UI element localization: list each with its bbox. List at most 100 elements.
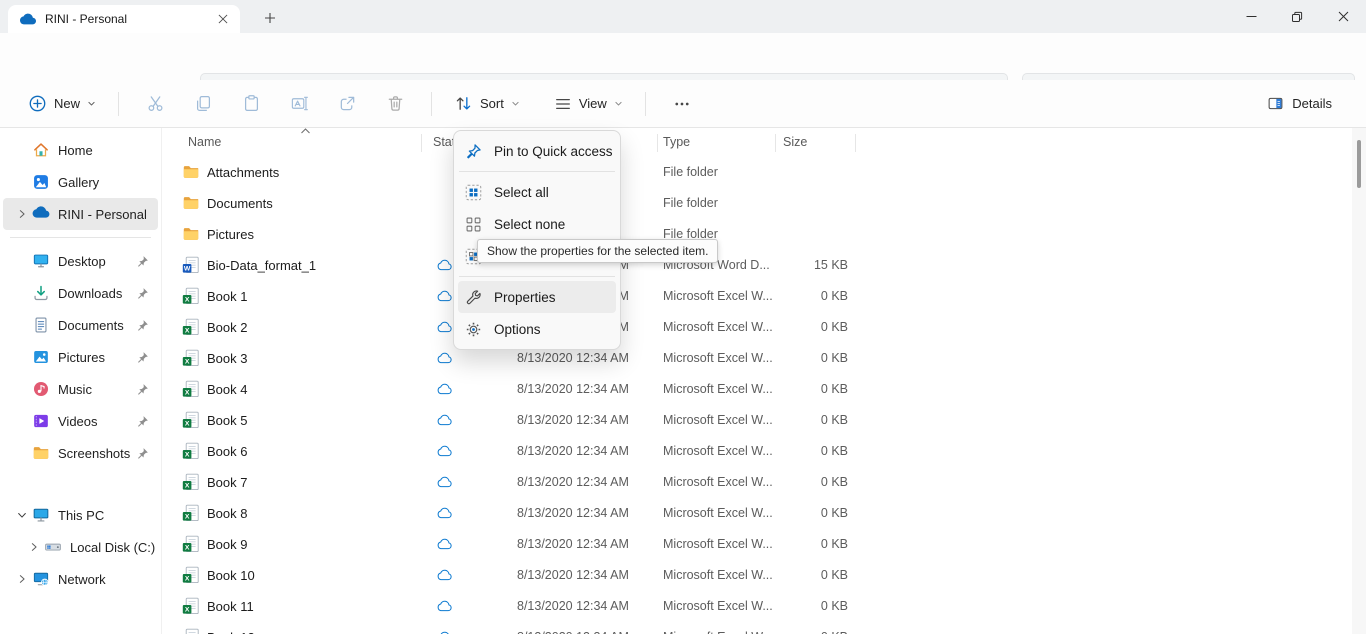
navigation-pane: HomeGalleryRINI - Personal DesktopDownloa… (0, 128, 162, 634)
file-row-bio-data-format-1[interactable]: WBio-Data_format_18/13/2020 12:34 AMMicr… (162, 250, 1352, 281)
sort-button[interactable]: Sort (444, 88, 530, 119)
restore-button[interactable] (1274, 0, 1320, 33)
file-row-pictures[interactable]: PicturesFile folder (162, 219, 1352, 250)
column-divider[interactable] (855, 134, 856, 152)
gear-icon (465, 321, 482, 338)
sidebar-item-videos[interactable]: Videos (3, 405, 158, 437)
tab-close-icon[interactable] (214, 10, 232, 28)
file-row-book-6[interactable]: XBook 68/13/2020 12:34 AMMicrosoft Excel… (162, 436, 1352, 467)
vertical-scrollbar[interactable] (1352, 128, 1366, 634)
column-header-name[interactable]: Name (188, 135, 221, 149)
svg-text:X: X (185, 514, 190, 521)
file-row-book-2[interactable]: XBook 28/13/2020 12:34 AMMicrosoft Excel… (162, 312, 1352, 343)
chevron-right-icon[interactable] (12, 574, 32, 584)
cloud-status-icon (436, 600, 453, 612)
svg-text:W: W (184, 266, 191, 273)
see-more-button[interactable] (662, 87, 702, 121)
file-row-documents[interactable]: DocumentsFile folder (162, 188, 1352, 219)
file-date: 8/13/2020 12:34 AM (517, 630, 629, 634)
column-divider[interactable] (775, 134, 776, 152)
file-row-book-1[interactable]: XBook 18/13/2020 12:34 AMMicrosoft Excel… (162, 281, 1352, 312)
details-pane-icon (1267, 95, 1284, 112)
minimize-button[interactable] (1228, 0, 1274, 33)
pin-quick-icon (465, 143, 482, 160)
svg-text:X: X (185, 576, 190, 583)
svg-text:X: X (185, 545, 190, 552)
sidebar-item-home[interactable]: Home (3, 134, 158, 166)
sidebar-item-screenshots[interactable]: Screenshots (3, 437, 158, 469)
sidebar-item-pictures[interactable]: Pictures (3, 341, 158, 373)
column-divider[interactable] (657, 134, 658, 152)
file-size: 0 KB (773, 568, 848, 582)
column-divider[interactable] (421, 134, 422, 152)
file-row-book-5[interactable]: XBook 58/13/2020 12:34 AMMicrosoft Excel… (162, 405, 1352, 436)
share-icon (338, 94, 357, 113)
file-name: Book 6 (207, 444, 247, 459)
file-size: 15 KB (773, 258, 848, 272)
pin-icon (136, 447, 149, 460)
menu-item-properties[interactable]: Properties (458, 281, 616, 313)
svg-text:X: X (185, 390, 190, 397)
sidebar-item-label: Documents (58, 318, 136, 333)
file-name: Pictures (207, 227, 254, 242)
delete-button[interactable] (375, 87, 415, 121)
file-row-book-9[interactable]: XBook 98/13/2020 12:34 AMMicrosoft Excel… (162, 529, 1352, 560)
share-button[interactable] (327, 87, 367, 121)
view-button[interactable]: View (544, 89, 633, 119)
pin-icon (136, 415, 149, 428)
file-date: 8/13/2020 12:34 AM (517, 599, 629, 613)
menu-item-options[interactable]: Options (458, 313, 616, 345)
sidebar-item-music[interactable]: Music (3, 373, 158, 405)
scrollbar-thumb[interactable] (1357, 140, 1361, 188)
menu-item-select-all[interactable]: Select all (458, 176, 616, 208)
file-type: Microsoft Excel W... (663, 506, 773, 520)
file-row-attachments[interactable]: AttachmentsFile folder (162, 157, 1352, 188)
home-icon (32, 141, 50, 159)
new-button[interactable]: New (18, 88, 106, 119)
paste-button[interactable] (231, 87, 271, 121)
sidebar-item-local-disk-c[interactable]: Local Disk (C:) (3, 531, 158, 563)
chevron-down-icon[interactable] (12, 510, 32, 520)
new-plus-icon (28, 94, 47, 113)
file-name: Book 10 (207, 568, 255, 583)
column-header-type[interactable]: Type (663, 135, 690, 149)
file-row-book-3[interactable]: XBook 38/13/2020 12:34 AMMicrosoft Excel… (162, 343, 1352, 374)
file-row-book-12[interactable]: XBook 128/13/2020 12:34 AMMicrosoft Exce… (162, 622, 1352, 634)
new-label: New (54, 96, 80, 111)
copy-button[interactable] (183, 87, 223, 121)
chevron-right-icon[interactable] (12, 209, 32, 219)
sidebar-item-network[interactable]: Network (3, 563, 158, 595)
details-button[interactable]: Details (1257, 89, 1342, 118)
file-row-book-7[interactable]: XBook 78/13/2020 12:34 AMMicrosoft Excel… (162, 467, 1352, 498)
delete-icon (386, 94, 405, 113)
file-row-book-11[interactable]: XBook 118/13/2020 12:34 AMMicrosoft Exce… (162, 591, 1352, 622)
chevron-right-icon[interactable] (24, 542, 44, 552)
column-header-size[interactable]: Size (783, 135, 807, 149)
menu-item-pin-to-quick-access[interactable]: Pin to Quick access (458, 135, 616, 167)
file-date: 8/13/2020 12:34 AM (517, 444, 629, 458)
file-row-book-4[interactable]: XBook 48/13/2020 12:34 AMMicrosoft Excel… (162, 374, 1352, 405)
new-tab-button[interactable] (261, 9, 279, 27)
file-row-book-8[interactable]: XBook 88/13/2020 12:34 AMMicrosoft Excel… (162, 498, 1352, 529)
file-row-book-10[interactable]: XBook 108/13/2020 12:34 AMMicrosoft Exce… (162, 560, 1352, 591)
sidebar-item-downloads[interactable]: Downloads (3, 277, 158, 309)
sidebar-item-gallery[interactable]: Gallery (3, 166, 158, 198)
sort-label: Sort (480, 96, 504, 111)
tab-title: RINI - Personal (45, 12, 205, 26)
explorer-tab[interactable]: RINI - Personal (8, 5, 240, 33)
svg-text:X: X (185, 421, 190, 428)
svg-text:X: X (185, 297, 190, 304)
cloud-status-icon (436, 290, 453, 302)
svg-text:X: X (185, 359, 190, 366)
close-button[interactable] (1320, 0, 1366, 33)
sidebar-item-rini-personal[interactable]: RINI - Personal (3, 198, 158, 230)
menu-item-select-none[interactable]: Select none (458, 208, 616, 240)
sidebar-item-documents[interactable]: Documents (3, 309, 158, 341)
cloud-status-icon (436, 321, 453, 333)
rename-button[interactable] (279, 87, 319, 121)
cloud-status-icon (436, 538, 453, 550)
sidebar-item-this-pc[interactable]: This PC (3, 499, 158, 531)
sidebar-item-label: This PC (58, 508, 158, 523)
cut-button[interactable] (135, 87, 175, 121)
sidebar-item-desktop[interactable]: Desktop (3, 245, 158, 277)
